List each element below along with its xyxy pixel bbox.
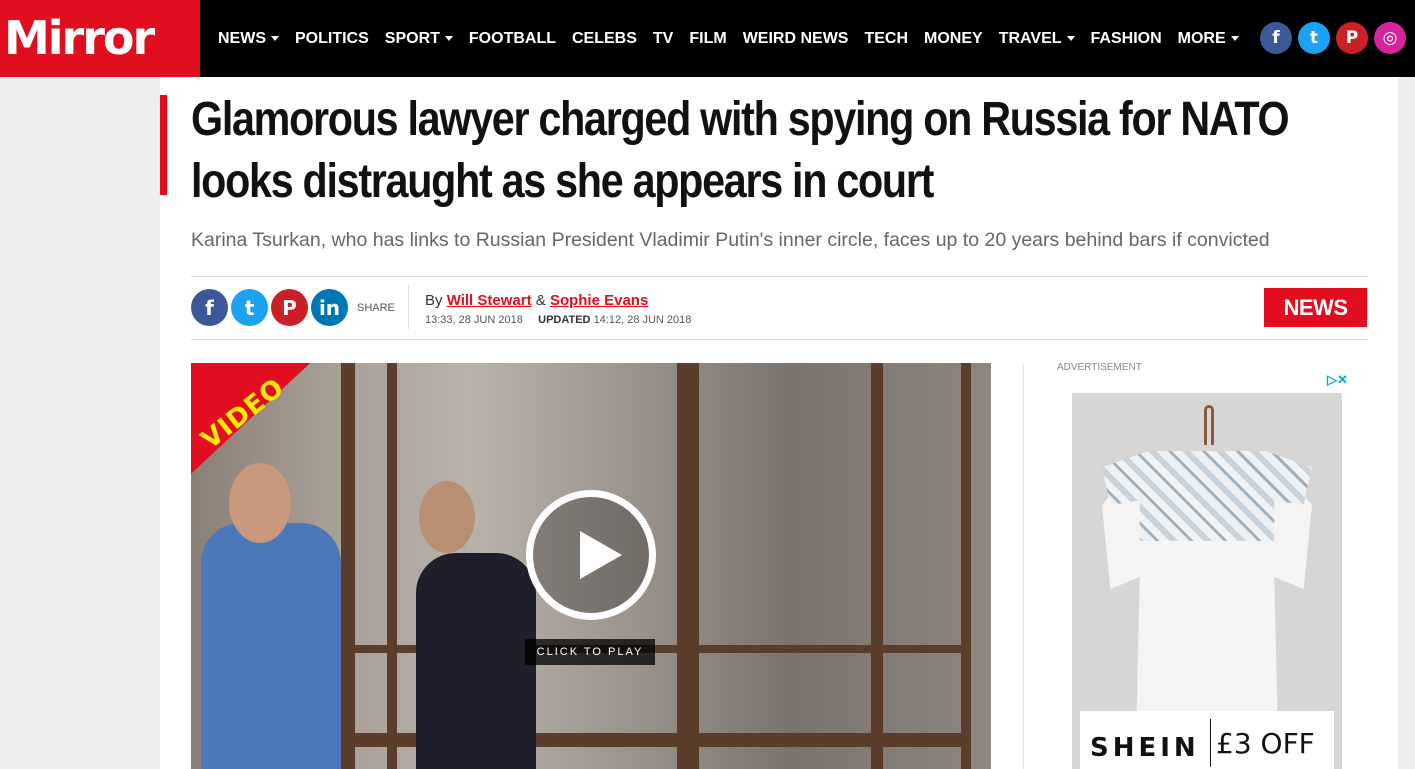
nav-item-travel[interactable]: TRAVEL [991, 30, 1083, 48]
nav-item-label: MONEY [924, 29, 983, 47]
sidebar-divider [1023, 363, 1024, 769]
main-nav: NEWS POLITICS SPORT FOOTBALL CELEBS TV FILM WEI… [210, 0, 1247, 77]
adchoices-close-icon[interactable]: ▷✕ [1327, 372, 1348, 388]
nav-item-label: FILM [689, 29, 727, 47]
top-navbar: Mirror NEWS POLITICS SPORT FOOTBALL CELEBS TV… [0, 0, 1415, 77]
share-bar: f t P in SHARE [191, 289, 395, 326]
cage-bar [961, 363, 971, 769]
article-headline: Glamorous lawyer charged with spying on … [191, 93, 1290, 208]
ad-brand: SHEIN [1090, 733, 1200, 763]
play-icon [580, 531, 622, 579]
caret-down-icon [444, 36, 453, 41]
article-container: Glamorous lawyer charged with spying on … [160, 77, 1398, 769]
byline-prefix: By [425, 292, 443, 309]
nav-item-tech[interactable]: TECH [856, 30, 916, 48]
headline-accent-bar [160, 95, 167, 195]
divider [191, 339, 1368, 340]
nav-item-label: CELEBS [572, 29, 637, 47]
nav-item-label: FOOTBALL [468, 29, 556, 47]
nav-item-label: WEIRD NEWS [742, 29, 849, 47]
share-label: SHARE [357, 301, 395, 314]
click-to-play-label[interactable]: CLICK TO PLAY [525, 639, 655, 665]
nav-item-label: SPORT [384, 29, 440, 47]
facebook-icon[interactable]: f [1260, 22, 1292, 54]
woman-head [419, 481, 475, 553]
nav-item-money[interactable]: MONEY [916, 30, 991, 48]
caret-down-icon [1230, 36, 1239, 41]
article-dates: 13:33, 28 JUN 2018 UPDATED 14:12, 28 JUN… [425, 314, 691, 326]
mirror-logo[interactable]: Mirror [0, 0, 200, 77]
cage-bar [677, 363, 699, 769]
nav-item-film[interactable]: FILM [681, 30, 734, 48]
nav-item-label: TV [652, 29, 674, 47]
share-pinterest-icon[interactable]: P [271, 289, 308, 326]
caret-down-icon [271, 36, 279, 41]
section-badge[interactable]: NEWS [1264, 288, 1367, 327]
published-time: 13:33, 28 JUN 2018 [425, 314, 523, 326]
shein-advertisement[interactable]: SHEIN £3 OFF [1072, 393, 1342, 769]
nav-item-politics[interactable]: POLITICS [287, 30, 377, 48]
nav-item-football[interactable]: FOOTBALL [461, 30, 564, 48]
nav-item-news[interactable]: NEWS [210, 30, 287, 48]
nav-item-weird-news[interactable]: WEIRD NEWS [735, 30, 857, 48]
nav-item-celebs[interactable]: CELEBS [564, 30, 645, 48]
nav-item-label: MORE [1177, 29, 1226, 47]
nav-item-fashion[interactable]: FASHION [1083, 30, 1170, 48]
updated-time: 14:12, 28 JUN 2018 [593, 314, 692, 326]
play-button[interactable] [526, 490, 656, 620]
cage-bar [387, 363, 397, 769]
cage-bar [341, 363, 355, 769]
instagram-icon[interactable]: ◎ [1374, 22, 1406, 54]
nav-item-more[interactable]: MORE [1170, 30, 1247, 48]
cage-bar [871, 363, 883, 769]
header-social-links: f t P ◎ [1260, 22, 1406, 54]
nav-item-label: POLITICS [295, 29, 369, 47]
divider [191, 276, 1368, 277]
divider [408, 285, 409, 329]
nav-item-label: TECH [864, 29, 909, 47]
nav-item-label: FASHION [1090, 29, 1162, 47]
share-facebook-icon[interactable]: f [191, 289, 228, 326]
nav-item-label: TRAVEL [998, 29, 1062, 47]
article-subheadline: Karina Tsurkan, who has links to Russian… [191, 229, 1270, 251]
share-twitter-icon[interactable]: t [231, 289, 268, 326]
author-separator: & [535, 292, 546, 309]
nav-item-label: NEWS [218, 29, 266, 47]
author-link-will-stewart[interactable]: Will Stewart [447, 292, 532, 309]
author-link-sophie-evans[interactable]: Sophie Evans [550, 292, 648, 309]
byline: By Will Stewart & Sophie Evans [425, 292, 648, 309]
hanger-icon [1204, 405, 1214, 445]
caret-down-icon [1066, 36, 1075, 41]
share-linkedin-icon[interactable]: in [311, 289, 348, 326]
updated-label: UPDATED [538, 314, 591, 326]
man-in-blue-jacket [201, 523, 341, 769]
divider [1210, 719, 1211, 767]
nav-item-tv[interactable]: TV [645, 30, 681, 48]
pinterest-icon[interactable]: P [1336, 22, 1368, 54]
twitter-icon[interactable]: t [1298, 22, 1330, 54]
woman-in-dark-top [416, 553, 536, 769]
ad-offer: £3 OFF [1216, 727, 1315, 760]
video-player[interactable]: VIDEO CLICK TO PLAY [191, 363, 991, 769]
ad-offer-box[interactable]: SHEIN £3 OFF [1080, 711, 1334, 769]
advertisement-label: ADVERTISEMENT [1057, 362, 1142, 373]
man-head [229, 463, 291, 543]
nav-item-sport[interactable]: SPORT [377, 30, 461, 48]
